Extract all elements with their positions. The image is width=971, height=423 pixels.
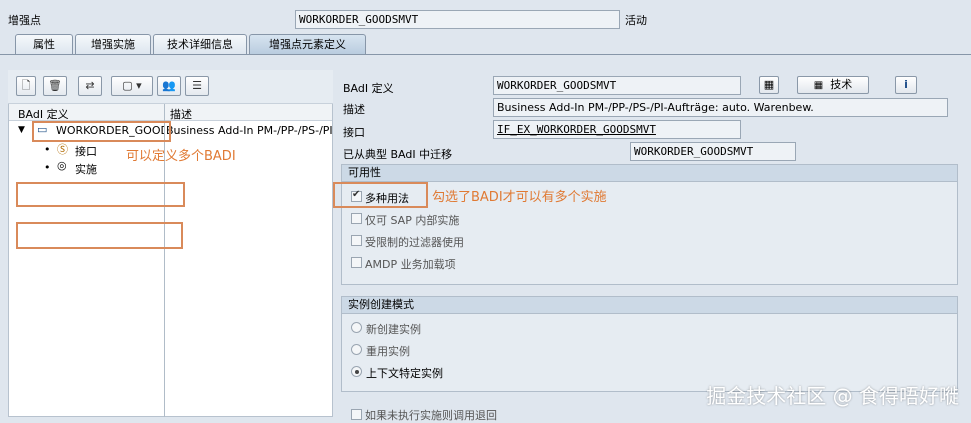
- expand-arrow-icon[interactable]: ▼: [18, 125, 25, 135]
- interface-icon: Ⓢ: [57, 143, 68, 156]
- instance-mode-title: 实例创建模式: [342, 297, 957, 314]
- tab-enhancement-impl[interactable]: 增强实施: [75, 34, 151, 55]
- tab-underline: [0, 54, 971, 55]
- dropdown-icon[interactable]: ▢ ▾: [111, 76, 153, 96]
- list-icon[interactable]: ☰: [185, 76, 209, 96]
- description-label: 描述: [343, 103, 365, 116]
- info-icon[interactable]: i: [895, 76, 917, 94]
- reuse-instance-label: 重用实例: [366, 345, 410, 358]
- interface-field[interactable]: IF_EX_WORKORDER_GOODSMVT: [493, 120, 741, 139]
- people-icon[interactable]: 👥: [157, 76, 181, 96]
- new-doc-icon[interactable]: 🗋: [16, 76, 36, 96]
- column-description: 描述: [170, 108, 192, 121]
- annotation-box-empty-1: [16, 182, 185, 207]
- grid-icon[interactable]: ▦: [759, 76, 779, 94]
- badi-definition-label: BAdI 定义: [343, 82, 394, 95]
- delete-icon[interactable]: 🗑: [43, 76, 67, 96]
- annotation-box-root: [32, 121, 171, 142]
- amdp-label: AMDP 业务加载项: [365, 258, 456, 271]
- interface-label: 接口: [343, 126, 365, 139]
- restricted-filter-checkbox[interactable]: [351, 235, 362, 246]
- description-field[interactable]: Business Add-In PM-/PP-/PS-/PI-Aufträge:…: [493, 98, 948, 117]
- implementation-icon: ◎: [57, 159, 67, 172]
- tech-button-label: 技术: [830, 78, 853, 91]
- column-badi-definition: BAdI 定义: [18, 108, 69, 121]
- annotation-checked-many: 勾选了BADI才可以有多个实施: [432, 190, 607, 205]
- new-instance-radio[interactable]: [351, 322, 362, 333]
- migrated-label: 已从典型 BAdI 中迁移: [343, 148, 453, 161]
- tree-child-interface[interactable]: 接口: [75, 143, 97, 159]
- enhancement-point-label: 增强点: [8, 14, 41, 27]
- status-text: 活动: [625, 14, 647, 27]
- usability-title: 可用性: [342, 165, 957, 182]
- tab-technical-details[interactable]: 技术详细信息: [153, 34, 247, 55]
- migrated-field[interactable]: WORKORDER_GOODSMVT: [630, 142, 796, 161]
- watermark: 掘金技术社区 @ 食得唔好嘥: [706, 384, 959, 408]
- sap-internal-label: 仅可 SAP 内部实施: [365, 214, 460, 227]
- tree-root-description: Business Add-In PM-/PP-/PS-/PI-Aufträge:…: [166, 124, 332, 137]
- tech-button[interactable]: ▦ 技术: [797, 76, 869, 94]
- tree-child-implementation[interactable]: 实施: [75, 161, 97, 177]
- move-icon[interactable]: ⇄: [78, 76, 102, 96]
- bullet-icon: •: [44, 161, 51, 174]
- bullet-icon: •: [44, 143, 51, 156]
- tab-element-definition[interactable]: 增强点元素定义: [249, 34, 366, 55]
- tab-attributes[interactable]: 属性: [15, 34, 73, 55]
- reuse-instance-radio[interactable]: [351, 344, 362, 355]
- fallback-label: 如果未执行实施则调用退回: [365, 409, 497, 422]
- context-instance-label: 上下文特定实例: [366, 367, 443, 380]
- sap-internal-checkbox[interactable]: [351, 213, 362, 224]
- amdp-checkbox[interactable]: [351, 257, 362, 268]
- context-instance-radio[interactable]: [351, 366, 362, 377]
- tree-root-desc-cell: Business Add-In PM-/PP-/PS-/PI-Aufträge:…: [166, 124, 332, 137]
- fallback-checkbox[interactable]: [351, 409, 362, 420]
- annotation-box-empty-2: [16, 222, 183, 249]
- enhancement-point-field[interactable]: WORKORDER_GOODSMVT: [295, 10, 620, 29]
- annotation-define-many: 可以定义多个BADI: [126, 149, 236, 164]
- restricted-filter-label: 受限制的过滤器使用: [365, 236, 464, 249]
- annotation-box-multiple-use: [333, 182, 428, 208]
- new-instance-label: 新创建实例: [366, 323, 421, 336]
- badi-definition-field[interactable]: WORKORDER_GOODSMVT: [493, 76, 741, 95]
